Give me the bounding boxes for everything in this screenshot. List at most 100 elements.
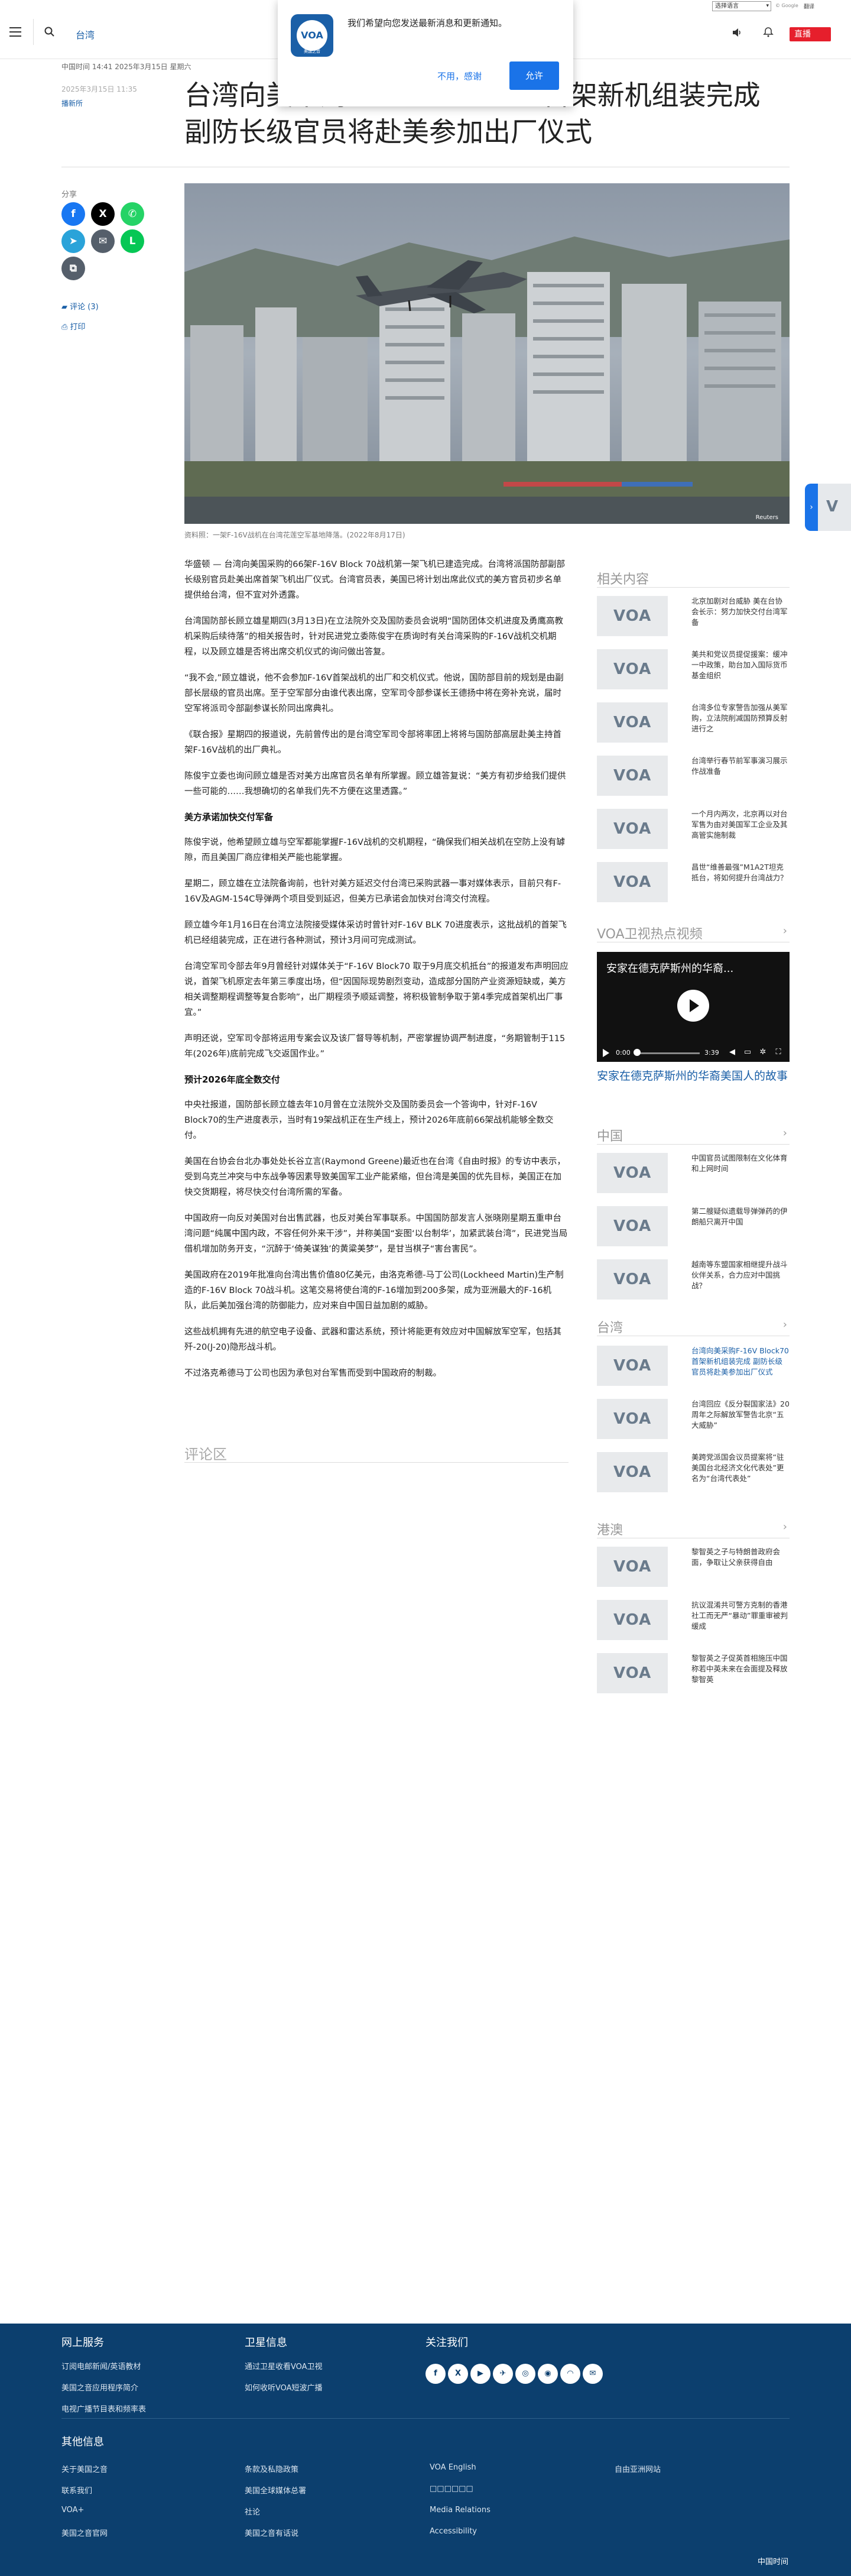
paragraph: 顾立雄今年1月16日在台湾立法院接受媒体采访时曾针对F-16V BLK 70进度… [184, 921, 567, 945]
floating-player-tab[interactable]: › V [805, 484, 851, 531]
footer-link[interactable]: VOA English [430, 2463, 476, 2472]
list-item[interactable]: VOA 台湾回应《反分裂国家法》20周年之际解放军警告北京“五大威胁” [597, 1399, 790, 1445]
paragraph: 陈俊宇立委也询问顾立雄是否对美方出席官员名单有所掌握。顾立雄答复说：“美方有初步… [184, 772, 566, 796]
footer-divider [61, 2418, 790, 2419]
list-item-title: 中国官员试图限制在文化体育和上网时间 [691, 1153, 788, 1173]
footer-link[interactable]: 自由亚洲网站 [615, 2463, 661, 2474]
voa-logo: VOA [613, 1164, 652, 1182]
comments-link[interactable]: ▰ 评论 (3) [61, 300, 99, 312]
footer-link[interactable]: 联系我们 [61, 2484, 92, 2496]
thumbnail: VOA [597, 809, 668, 849]
footer-link[interactable]: Media Relations [430, 2506, 491, 2515]
voa-logo: VOA [613, 714, 652, 731]
language-select[interactable]: 选择语言 ▾ [712, 1, 771, 11]
video-progress-bar[interactable] [635, 1052, 700, 1054]
author-link[interactable]: 播新所 [61, 98, 83, 108]
footer-link[interactable]: 条款及私隐政策 [245, 2463, 298, 2474]
footer-link[interactable]: 通过卫星收看VOA卫视 [245, 2360, 323, 2371]
list-item[interactable]: VOA 第二艘疑似遗载导弹弹药的伊朗船只离开中国 [597, 1206, 790, 1252]
list-item[interactable]: VOA 黎智英之子与特朗普政府会面，争取让父亲获得自由 [597, 1547, 790, 1593]
footer-link[interactable]: 美国之音应用程序简介 [61, 2381, 138, 2393]
paragraph: 台湾国防部长顾立雄星期四(3月13日)在立法院外交及国防委员会说明“国防团体交机… [184, 617, 563, 657]
rss-icon[interactable]: ◠ [560, 2364, 580, 2384]
footer-link[interactable]: 订阅电邮新闻/英语教材 [61, 2360, 141, 2371]
paragraph: 中国政府一向反对美国对台出售武器，也反对美台军事联系。中国国防部发言人张晓刚星期… [184, 1214, 568, 1254]
voa-logo: VOA [613, 767, 652, 785]
footer-link[interactable]: 社论 [245, 2506, 260, 2517]
footer-link[interactable]: 美国全球媒体总署 [245, 2484, 306, 2496]
fullscreen-icon[interactable]: ⛶ [774, 1048, 782, 1057]
list-item-title: 越南等东盟国家相继提升战斗伙伴关系，合力应对中国挑战？ [691, 1260, 788, 1290]
x-share-button[interactable]: X [91, 202, 115, 226]
volume-icon[interactable]: ◀ [728, 1048, 736, 1057]
list-item[interactable]: VOA 北京加剧对台威胁 美在台协会长示：努力加快交付台湾军备 [597, 596, 790, 642]
paragraph: 美国在台协会台北办事处处长谷立言(Raymond Greene)最近也在台湾《自… [184, 1157, 566, 1197]
chevron-right-icon: › [782, 1127, 787, 1139]
facebook-share-button[interactable]: f [61, 202, 85, 226]
paragraph: 美国政府在2019年批准向台湾出售价值80亿美元，由洛克希德-马丁公司(Lock… [184, 1271, 564, 1311]
list-item[interactable]: VOA 昌世“维善最强”M1A2T坦克抵台，将如何提升台湾战力？ [597, 862, 790, 908]
whatsapp-share-button[interactable]: ✆ [121, 202, 144, 226]
list-item[interactable]: VOA 抗议混淆共可警方克制的香港社工而无严“暴动”罪重审被判缓成 [597, 1600, 790, 1646]
list-item[interactable]: VOA 中国官员试图限制在文化体育和上网时间 [597, 1153, 790, 1199]
allow-button[interactable]: 允许 [509, 61, 559, 90]
footer-link[interactable]: 电视广播节目表和频率表 [61, 2403, 146, 2414]
list-item[interactable]: VOA 台湾举行春节前军事演习展示作战准备 [597, 756, 790, 802]
telegram-share-button[interactable]: ➤ [61, 229, 85, 253]
video-caption-link[interactable]: 安家在德克萨斯州的华裔美国人的故事 [597, 1068, 790, 1084]
subheading: 预计2026年底全数交付 [184, 1074, 280, 1085]
list-item-title: 台湾举行春节前军事演习展示作战准备 [691, 756, 788, 776]
footer-link[interactable]: 美国之音官网 [61, 2527, 108, 2538]
photo-caption: 资料照：一架F-16V战机在台湾花莲空军基地降落。(2022年8月17日) [184, 531, 405, 539]
section-link[interactable]: 台湾 [76, 27, 95, 41]
list-item[interactable]: VOA 越南等东盟国家相继提升战斗伙伴关系，合力应对中国挑战？ [597, 1259, 790, 1305]
list-item[interactable]: VOA 一个月内两次，北京再以对台军售为由对美国军工企业及其高管实施制裁 [597, 809, 790, 855]
settings-icon[interactable]: ✲ [759, 1048, 767, 1057]
footer-link[interactable]: 美国之音有话说 [245, 2527, 298, 2538]
video-player[interactable]: 安家在德克萨斯州的华裔... 0:00 3:39 ◀ ▭ ✲ ⛶ [597, 952, 790, 1062]
list-item[interactable]: VOA 美共和党议员提促援案：缓冲一中政策，助台加入国际货币基金组织 [597, 649, 790, 695]
x-icon[interactable]: X [448, 2364, 468, 2384]
telegram-icon[interactable]: ✈ [493, 2364, 513, 2384]
video-scrub-handle[interactable] [634, 1049, 641, 1056]
footer-follow-heading: 关注我们 [426, 2337, 468, 2349]
list-item[interactable]: VOA 台湾向美采购F-16V Block70首架新机组装完成 副防长级官员将赴美… [597, 1346, 790, 1392]
list-item[interactable]: VOA 台湾多位专家警告加强从美军购，立法院削减国防预算反射进行之 [597, 702, 790, 749]
live-button[interactable]: 直播 [790, 27, 831, 41]
speaker-icon[interactable] [732, 27, 742, 38]
youtube-icon[interactable]: ▶ [470, 2364, 491, 2384]
footer-link[interactable]: Accessibility [430, 2527, 477, 2536]
list-item[interactable]: VOA 美跨党派国会议员提案将“驻美国台北经济文化代表处”更名为“台湾代表处” [597, 1452, 790, 1498]
email-share-button[interactable]: ✉ [91, 229, 115, 253]
podcast-icon[interactable]: ◉ [538, 2364, 558, 2384]
chevron-right-icon[interactable]: › [805, 484, 818, 531]
menu-icon[interactable] [9, 27, 21, 37]
footer-link[interactable]: □□□□□□ [430, 2484, 473, 2493]
play-control-icon[interactable] [603, 1049, 609, 1057]
list-item-title: 台湾回应《反分裂国家法》20周年之际解放军警告北京“五大威胁” [691, 1399, 790, 1430]
instagram-icon[interactable]: ◎ [515, 2364, 535, 2384]
list-item-title: 抗议混淆共可警方克制的香港社工而无严“暴动”罪重审被判缓成 [691, 1600, 788, 1631]
play-icon[interactable] [677, 990, 709, 1022]
hero-photo: Reuters [184, 183, 790, 524]
list-item-title: 台湾向美采购F-16V Block70首架新机组装完成 副防长级官员将赴美参加出… [691, 1346, 789, 1376]
footer-link[interactable]: 关于美国之音 [61, 2463, 108, 2474]
taiwan-heading: 台湾 › [597, 1317, 790, 1336]
facebook-icon[interactable]: f [426, 2364, 446, 2384]
bell-icon[interactable] [762, 26, 774, 38]
search-icon[interactable] [44, 26, 56, 38]
footer-link[interactable]: VOA+ [61, 2506, 84, 2515]
translate-link[interactable]: 翻译 [804, 2, 814, 10]
thumbnail: VOA [597, 1346, 668, 1386]
list-item[interactable]: VOA 黎智英之子促英首相施压中国 称若中英未来在会面提及释放黎智英 [597, 1653, 790, 1699]
print-link[interactable]: ⎙ 打印 [61, 320, 86, 332]
email-icon[interactable]: ✉ [583, 2364, 603, 2384]
voa-logo: VOA 美国之音 [291, 14, 333, 57]
paragraph: “我不会,”顾立雄说，他不会参加F-16V首架战机的出厂和交机仪式。他说，国防部… [184, 673, 564, 714]
decline-button[interactable]: 不用，感谢 [437, 70, 482, 82]
copy-link-button[interactable]: ⧉ [61, 257, 85, 280]
google-tag: © Google [775, 3, 798, 8]
footer-link[interactable]: 如何收听VOA短波广播 [245, 2381, 323, 2393]
captions-icon[interactable]: ▭ [743, 1048, 752, 1057]
line-share-button[interactable]: L [121, 229, 144, 253]
